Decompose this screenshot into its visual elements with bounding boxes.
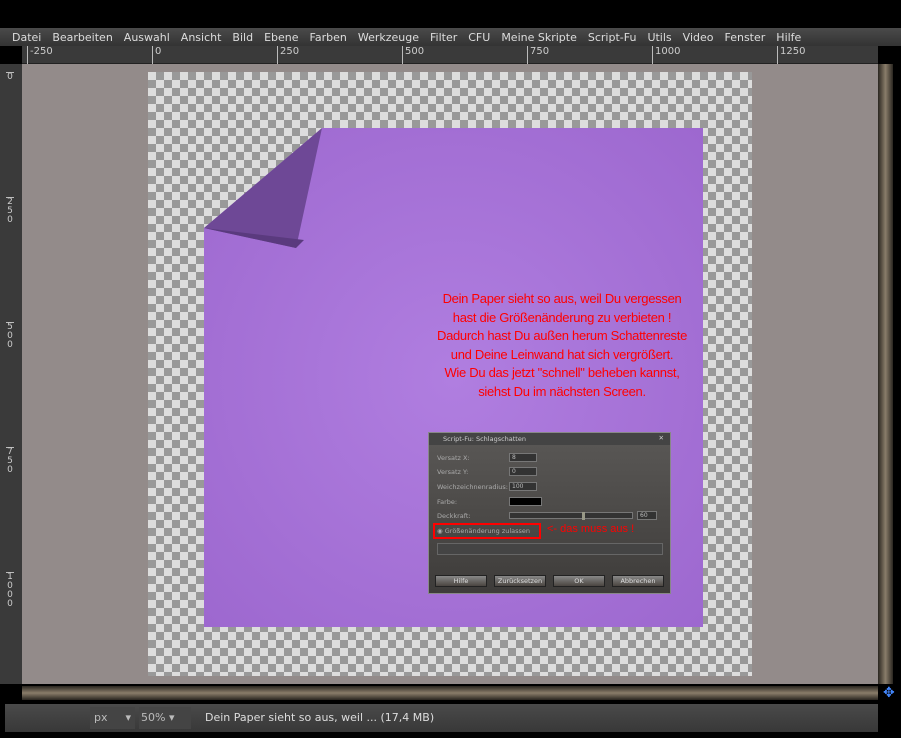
ruler-label: 1 0 0 0: [6, 572, 14, 609]
menu-item[interactable]: Filter: [430, 31, 457, 44]
menu-item[interactable]: Ebene: [264, 31, 298, 44]
menu-item[interactable]: Video: [683, 31, 714, 44]
ruler-label: 7 5 0: [6, 447, 14, 475]
horizontal-ruler: -250 0 250 500 750 1000 1250: [22, 46, 878, 64]
ruler-label: 1000: [652, 46, 680, 64]
ruler-label: 1250: [777, 46, 805, 64]
ok-button[interactable]: OK: [553, 575, 605, 587]
label: Weichzeichnenradius:: [437, 483, 508, 491]
menu-item[interactable]: Datei: [12, 31, 41, 44]
unit-value: px: [94, 711, 108, 724]
menu-item[interactable]: Script-Fu: [588, 31, 637, 44]
resize-checkbox[interactable]: ◉ Größenänderung zulassen: [437, 527, 530, 535]
menubar: Datei Bearbeiten Auswahl Ansicht Bild Ebene Fa…: [0, 28, 901, 46]
menu-item[interactable]: Meine Skripte: [501, 31, 577, 44]
note-line: Wie Du das jetzt "schnell" beheben kanns…: [444, 365, 680, 380]
menu-item[interactable]: Hilfe: [776, 31, 801, 44]
menu-item[interactable]: Ansicht: [181, 31, 222, 44]
ruler-label: 500: [402, 46, 424, 64]
close-icon[interactable]: ✕: [659, 434, 664, 442]
status-message: Dein Paper sieht so aus, weil ... (17,4 …: [205, 711, 435, 724]
unit-select[interactable]: px ▾: [90, 707, 135, 729]
arrow-note: <- das muss aus !: [547, 523, 635, 535]
note-line: Dadurch hast Du außen herum Schattenrest…: [436, 328, 687, 343]
label: Versatz Y:: [437, 468, 469, 476]
help-button[interactable]: Hilfe: [435, 575, 487, 587]
dialog-title: Script-Fu: Schlagschatten: [429, 433, 670, 445]
annotation-text: Dein Paper sieht so aus, weil Du vergess…: [412, 290, 712, 401]
ruler-label: 250: [277, 46, 299, 64]
label: Farbe:: [437, 498, 458, 506]
offset-x-input[interactable]: 8: [509, 453, 537, 462]
ruler-label: 2 5 0: [6, 197, 14, 225]
ruler-label: 750: [527, 46, 549, 64]
menu-item[interactable]: Fenster: [724, 31, 765, 44]
vertical-ruler: 0 2 5 0 5 0 0 7 5 0 1 0 0 0: [0, 64, 22, 684]
navigate-icon[interactable]: ✥: [883, 685, 895, 701]
vertical-scrollbar[interactable]: [878, 64, 893, 684]
offset-y-input[interactable]: 0: [509, 467, 537, 476]
menu-item[interactable]: Werkzeuge: [358, 31, 419, 44]
note-line: hast die Größenänderung zu verbieten !: [452, 309, 672, 325]
note-line: Dein Paper sieht so aus, weil Du vergess…: [442, 291, 682, 306]
opacity-slider[interactable]: [509, 512, 633, 520]
menu-item[interactable]: Auswahl: [124, 31, 170, 44]
opacity-input[interactable]: 60: [637, 511, 657, 520]
menu-item[interactable]: Bild: [232, 31, 253, 44]
zoom-value: 50: [141, 711, 155, 724]
status-bar: px ▾ 50% ▾ Dein Paper sieht so aus, weil…: [5, 704, 878, 732]
ruler-label: 5 0 0: [6, 322, 14, 350]
reset-button[interactable]: Zurücksetzen: [494, 575, 546, 587]
menu-item[interactable]: Bearbeiten: [52, 31, 112, 44]
blur-radius-input[interactable]: 100: [509, 482, 537, 491]
ruler-label: -250: [27, 46, 53, 64]
menu-item[interactable]: Farben: [310, 31, 347, 44]
label: Deckkraft:: [437, 512, 471, 520]
canvas-area[interactable]: Dein Paper sieht so aus, weil Du vergess…: [22, 64, 878, 684]
label: Versatz X:: [437, 454, 470, 462]
horizontal-scrollbar[interactable]: [22, 686, 878, 700]
drop-shadow-dialog: Script-Fu: Schlagschatten ✕ Versatz X: 8…: [428, 432, 671, 594]
progress-bar: [437, 543, 663, 555]
ruler-label: 0: [152, 46, 161, 64]
color-button[interactable]: [509, 497, 542, 506]
note-line: und Deine Leinwand hat sich vergrößert.: [450, 346, 674, 362]
menu-item[interactable]: CFU: [468, 31, 490, 44]
label: Größenänderung zulassen: [444, 527, 531, 535]
cancel-button[interactable]: Abbrechen: [612, 575, 664, 587]
zoom-unit: %: [155, 711, 166, 724]
note-line: siehst Du im nächsten Screen.: [478, 383, 646, 399]
ruler-label: 0: [6, 72, 14, 82]
zoom-select[interactable]: 50% ▾: [139, 707, 191, 729]
menu-item[interactable]: Utils: [647, 31, 671, 44]
